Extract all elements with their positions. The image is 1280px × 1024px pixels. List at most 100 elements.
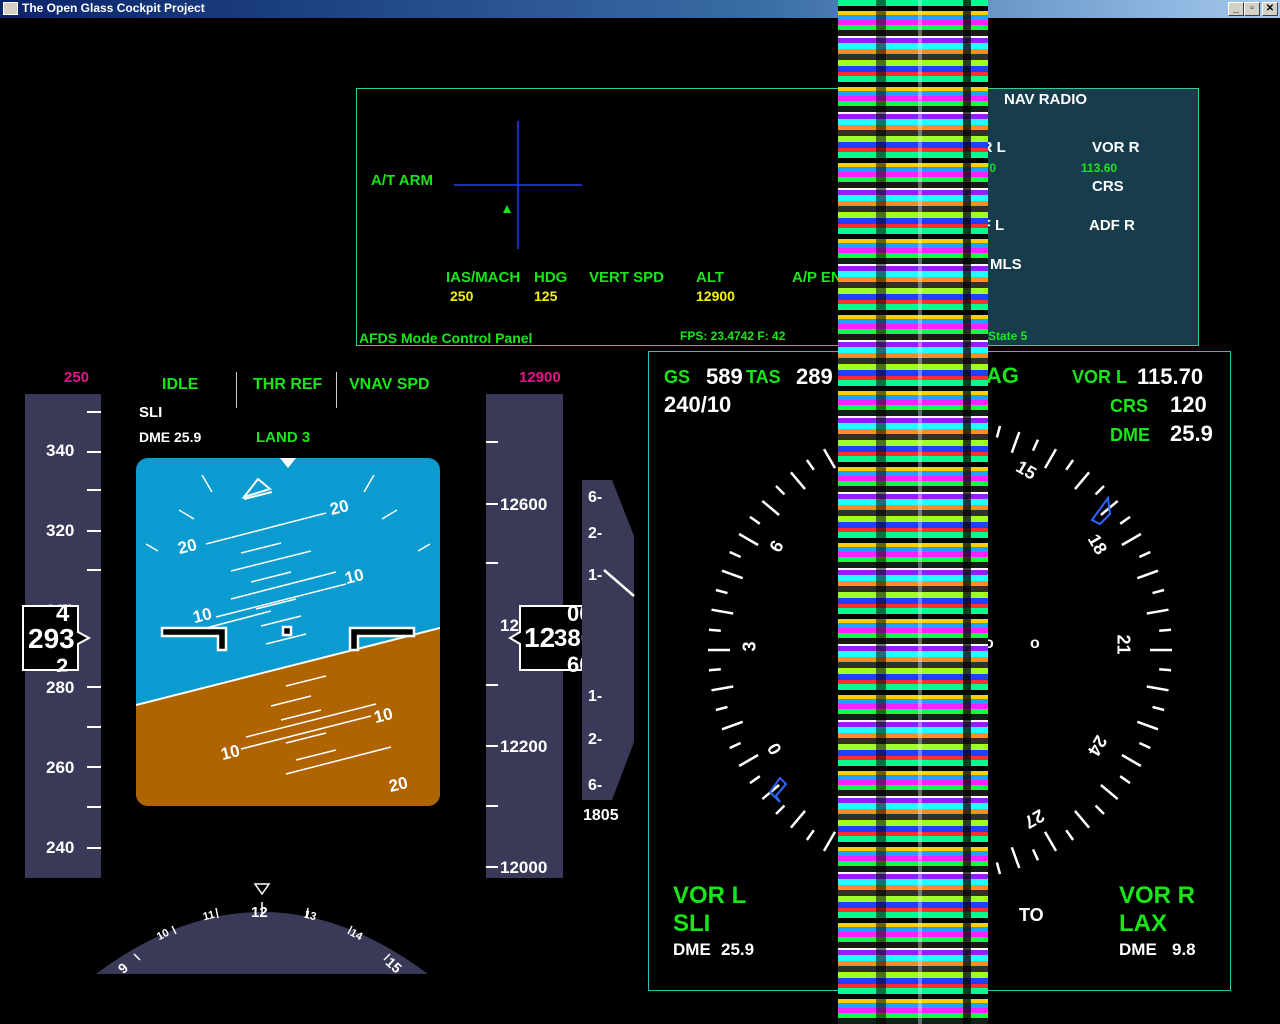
compass-tick: [1065, 829, 1075, 841]
compass-tick: [775, 485, 786, 496]
compass-tick: [822, 831, 837, 852]
compass-tick: [1121, 532, 1142, 547]
hdg-value[interactable]: 125: [534, 288, 557, 304]
compass-tick: [749, 775, 761, 785]
compass-tick: [1031, 439, 1040, 452]
heading-indicator: [96, 883, 428, 974]
compass-label: 3: [739, 641, 760, 652]
fma-roll: THR REF: [253, 376, 323, 393]
panel-title: AFDS Mode Control Panel: [359, 330, 533, 346]
compass-tick: [1159, 628, 1172, 633]
vs-tick: 6-: [588, 777, 603, 794]
nd-vor-l-freq: 115.70: [1137, 364, 1204, 389]
alt-tick-label: 12200: [500, 737, 548, 756]
compass-tick: [1152, 705, 1165, 712]
minimize-button[interactable]: _: [1228, 2, 1244, 16]
compass-tick: [1159, 667, 1172, 672]
compass-tick: [789, 471, 806, 490]
alt-tick-label: 12600: [500, 495, 548, 514]
compass-tick: [761, 499, 780, 516]
compass-tick: [721, 569, 744, 580]
compass-label: 21: [1113, 634, 1134, 655]
nd-vor-l-label: VOR L: [1072, 367, 1128, 387]
vs-tick: 1-: [588, 688, 603, 705]
flight-director-cross: [454, 121, 582, 249]
compass-tick: [708, 628, 721, 633]
tas-value: 289: [796, 364, 833, 389]
speed-tick-label: 340: [46, 441, 75, 460]
range-ring-mark: o: [1030, 635, 1040, 652]
nd-bottom-right-id: LAX: [1119, 910, 1167, 937]
compass-tick: [729, 550, 742, 559]
vs-tick: 1-: [588, 567, 603, 584]
compass-tick: [711, 608, 734, 615]
compass-tick: [805, 459, 815, 471]
speed-readout: 293: [28, 623, 75, 654]
vor-r-freq[interactable]: 113.60: [1081, 161, 1117, 175]
compass-tick: [715, 705, 728, 712]
compass-tick: [1146, 685, 1169, 692]
vor-r-label: VOR R: [1092, 139, 1140, 156]
compass-tick: [1031, 848, 1040, 861]
app-icon: [3, 2, 18, 15]
nd-bottom-right-dme: 9.8: [1172, 940, 1196, 959]
compass-tick: [1043, 831, 1058, 852]
compass-tick: [721, 720, 744, 731]
compass-tick: [1065, 459, 1075, 471]
compass-tick: [1074, 810, 1091, 829]
compass-tick: [995, 425, 1002, 438]
tas-label: TAS: [746, 367, 781, 387]
loc-id: SLI: [139, 404, 163, 421]
vs-tick: 6-: [588, 489, 603, 506]
vs-tick: 2-: [588, 731, 603, 748]
state-label: State 5: [988, 329, 1028, 343]
compass-tick: [789, 810, 806, 829]
speed-tick-label: 280: [46, 678, 75, 697]
compass-tick: [715, 588, 728, 595]
ias-value[interactable]: 250: [450, 288, 473, 304]
at-arm-label: A/T ARM: [371, 172, 433, 189]
hdg-label: HDG: [534, 269, 568, 286]
compass-tick: [1010, 431, 1021, 454]
render-glitch-strip: [838, 0, 988, 1024]
compass-tick: [1152, 588, 1165, 595]
adf-r-label: ADF R: [1089, 217, 1135, 234]
compass-tick: [1146, 608, 1169, 615]
fps-readout: FPS: 23.4742 F: 42: [680, 329, 786, 343]
speed-tick-label: 320: [46, 521, 75, 540]
compass-tick: [738, 753, 759, 768]
compass-tick: [711, 685, 734, 692]
crs-label: CRS: [1092, 178, 1124, 195]
alt-value[interactable]: 12900: [696, 288, 735, 304]
compass-tick: [729, 741, 742, 750]
compass-tick: [708, 667, 721, 672]
compass-tick: [749, 515, 761, 525]
alt-label: ALT: [696, 269, 725, 286]
compass-tick: [1138, 550, 1151, 559]
vertical-speed-value: 1805: [583, 807, 619, 824]
fma-pitch: VNAV SPD: [349, 376, 430, 393]
compass-tick: [1119, 515, 1131, 525]
compass-tick: [822, 448, 837, 469]
ias-mach-label: IAS/MACH: [446, 269, 521, 286]
pfd-dme: DME 25.9: [139, 429, 202, 445]
alt-tick-label: 12000: [500, 858, 548, 877]
fma-divider: [236, 372, 237, 408]
compass-tick: [1094, 804, 1105, 815]
gs-label: GS: [664, 367, 691, 387]
land-mode: LAND 3: [256, 429, 311, 446]
speed-readout-lower: 2: [56, 654, 69, 672]
compass-tick: [1138, 741, 1151, 750]
nd-bottom-left-id: SLI: [673, 910, 711, 937]
compass-tick: [1010, 846, 1021, 869]
attitude-indicator: [136, 458, 440, 806]
alt-bug-readout: 12900: [519, 369, 561, 386]
speed-tick-label: 240: [46, 838, 75, 857]
compass-tick: [1043, 448, 1058, 469]
compass-tick: [738, 532, 759, 547]
nd-bottom-left-dme-label: DME: [673, 940, 711, 959]
maximize-button[interactable]: ▫: [1244, 2, 1260, 16]
window-titlebar[interactable]: The Open Glass Cockpit Project _ ▫ ✕: [0, 0, 1280, 18]
compass-tick: [1094, 485, 1105, 496]
close-button[interactable]: ✕: [1262, 2, 1278, 16]
